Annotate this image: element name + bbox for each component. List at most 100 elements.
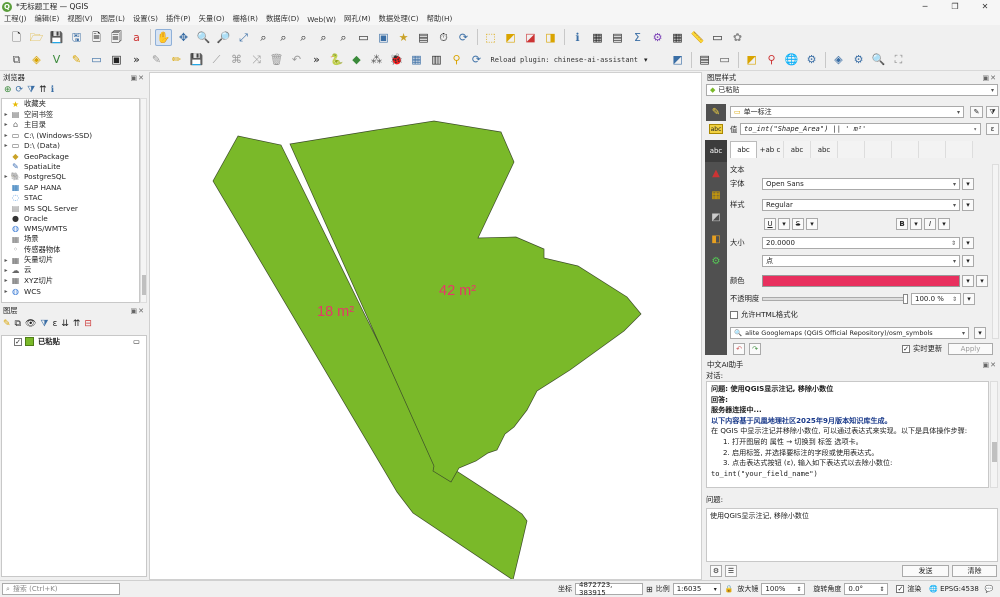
style-manager-icon[interactable]: a	[128, 29, 145, 46]
zoom-last-icon[interactable]: ⌕	[315, 29, 332, 46]
open-table-icon[interactable]: ▦	[669, 29, 686, 46]
pick-icon[interactable]: ⚲	[448, 51, 465, 68]
expand-arrow-icon[interactable]: ▸	[2, 277, 10, 284]
annotation-icon[interactable]: ▭	[709, 29, 726, 46]
statistics-icon[interactable]: Σ	[629, 29, 646, 46]
refresh-icon[interactable]: ⟳	[455, 29, 472, 46]
open-styling-icon[interactable]: ✎	[3, 319, 11, 329]
browser-item[interactable]: ▤ MS SQL Server	[2, 203, 139, 213]
menu-item-9[interactable]: Web(W)	[303, 15, 340, 24]
new-project-icon[interactable]: 🗋	[8, 29, 25, 46]
style-override-icon[interactable]: ▾	[962, 199, 974, 211]
menu-item-12[interactable]: 帮助(H)	[423, 14, 457, 24]
select-features-icon[interactable]: ⬚	[482, 29, 499, 46]
unit-override-icon[interactable]: ▾	[962, 255, 974, 267]
browser-item[interactable]: ▸ ▤ 空间书签	[2, 109, 139, 120]
panel-buttons[interactable]: ▣✕	[131, 74, 145, 82]
menu-item-1[interactable]: 编辑(E)	[30, 14, 63, 24]
layers-style-icon[interactable]: ◈	[830, 51, 847, 68]
label-style-icon[interactable]: ✎	[970, 106, 983, 118]
opacity-override-icon[interactable]: ▾	[963, 293, 975, 305]
map-canvas[interactable]: 18 m² 42 m²	[149, 72, 702, 580]
pan-icon[interactable]: ✋	[155, 28, 172, 46]
expand-arrow-icon[interactable]: ▸	[2, 257, 10, 264]
conversation-box[interactable]: 问题: 使用QGIS显示注记, 移除小数位 回答: 服务器连接中... 以下内容基于风…	[706, 381, 989, 488]
browser-item[interactable]: ▸ ⌂ 主目录	[2, 120, 139, 130]
redo-style-icon[interactable]: ↷	[749, 343, 761, 355]
italic-button[interactable]: I	[924, 218, 936, 230]
opacity-slider[interactable]	[762, 294, 908, 304]
collapse-all-icon[interactable]: ⇈	[73, 319, 81, 329]
add-virtual-layer-icon[interactable]: ▣	[108, 51, 125, 68]
expand-arrow-icon[interactable]: ▸	[2, 173, 10, 180]
rotation-field[interactable]: 0.0° ⇕	[844, 583, 889, 595]
new-layer-icon[interactable]: ◈	[28, 51, 45, 68]
bookmark-icon[interactable]: ★	[395, 29, 412, 46]
select-value-icon[interactable]: ◩	[502, 29, 519, 46]
new-3d-view-icon[interactable]: ▣	[375, 29, 392, 46]
fullscreen-icon[interactable]: ⛶	[890, 51, 907, 68]
labeling-mode-select[interactable]: ▭ 单一标注 ▾	[730, 106, 964, 118]
add-vector-icon[interactable]: V	[48, 51, 65, 68]
menu-item-6[interactable]: 矢量(O)	[195, 14, 229, 24]
menu-item-0[interactable]: 工程(J)	[0, 14, 30, 24]
filter-expression-icon[interactable]: ε	[52, 319, 57, 329]
layer-select[interactable]: ◆ 已粘贴 ▾	[706, 84, 998, 96]
browser-item[interactable]: ▸ 🐘 PostgreSQL	[2, 172, 139, 182]
crs-label[interactable]: EPSG:4538	[940, 585, 979, 593]
info-icon[interactable]: ℹ	[51, 85, 54, 95]
ai-list-icon[interactable]: ☰	[725, 565, 737, 577]
locator-search-field[interactable]: ⌕ 搜索 (Ctrl+K)	[2, 583, 120, 595]
label-tab-3[interactable]: abc	[811, 141, 838, 158]
vtab-3d-icon[interactable]: ▦	[705, 184, 727, 206]
vtab-diagram-icon[interactable]: ◧	[705, 228, 727, 250]
vtab-rendering-icon[interactable]: ⚙	[705, 250, 727, 272]
menu-item-3[interactable]: 图层(L)	[97, 14, 129, 24]
zoom-out-icon[interactable]: 🔎	[215, 29, 232, 46]
filter-legend-icon[interactable]: ⧩	[40, 319, 48, 329]
visibility-icon[interactable]: 👁	[25, 319, 36, 329]
browser-item[interactable]: ▸ ▦ XYZ切片	[2, 276, 139, 286]
minimize-button[interactable]: ─	[910, 0, 940, 13]
override-s-icon[interactable]: ▾	[806, 218, 818, 230]
layer-row[interactable]: ✓ 已粘贴 ▭	[2, 336, 146, 347]
menu-item-4[interactable]: 设置(S)	[129, 14, 162, 24]
undo-icon[interactable]: ↶	[288, 51, 305, 68]
bug-icon[interactable]: 🐞	[388, 51, 405, 68]
search-tool-icon[interactable]: 🔍	[870, 51, 887, 68]
new-map-view-icon[interactable]: ▭	[355, 29, 372, 46]
zoom-selection-icon[interactable]: ⌕	[255, 29, 272, 46]
save-project-icon[interactable]: 💾	[48, 29, 65, 46]
collapse-icon[interactable]: ⇈	[39, 85, 47, 95]
browser-item[interactable]: ◍ WMS/WMTS	[2, 224, 139, 234]
preset-search-field[interactable]: 🔍 alite Googlemaps (QGIS Official Reposit…	[730, 327, 969, 339]
close-button[interactable]: ✕	[970, 0, 1000, 13]
browser-item[interactable]: ◌ STAC	[2, 193, 139, 203]
menu-item-7[interactable]: 栅格(R)	[229, 14, 262, 24]
label-tab-4[interactable]	[838, 141, 865, 158]
color-button[interactable]	[762, 275, 960, 287]
browser-item[interactable]: ● Oracle	[2, 213, 139, 223]
label-tab-0[interactable]: abc	[730, 141, 757, 158]
browser-item[interactable]: ★ 收藏夹	[2, 99, 139, 109]
digitize-icon[interactable]: ✎	[68, 51, 85, 68]
menu-item-11[interactable]: 数据处理(C)	[375, 14, 423, 24]
vtab-text-icon[interactable]: abc	[705, 140, 727, 162]
more-icon[interactable]: »	[128, 51, 145, 68]
expand-arrow-icon[interactable]: ▸	[2, 267, 10, 274]
open-project-icon[interactable]: 🗁	[28, 29, 45, 46]
processing-icon[interactable]: ⁂	[368, 51, 385, 68]
add-layer-icon[interactable]: ▭	[88, 51, 105, 68]
edit-pencil-icon[interactable]: ✎	[148, 51, 165, 68]
settings-icon[interactable]: ⚙	[649, 29, 666, 46]
print-layout-icon[interactable]: 🗎	[88, 29, 105, 46]
question-input[interactable]: 使用QGIS显示注记, 移除小数位	[706, 508, 998, 562]
lock-scale-icon[interactable]: 🔒	[725, 585, 734, 593]
measure-icon[interactable]: 📏	[689, 29, 706, 46]
labels-mode-icon[interactable]: ✎	[706, 104, 726, 121]
move-feature-icon[interactable]: ⤨	[248, 51, 265, 68]
plugin-settings-icon[interactable]: ⚙	[803, 51, 820, 68]
coordinate-field[interactable]: 4872723, 383915	[575, 581, 643, 597]
browser-item[interactable]: ▸ ▭ C:\ (Windows-SSD)	[2, 130, 139, 140]
zoom-in-icon[interactable]: 🔍	[195, 29, 212, 46]
